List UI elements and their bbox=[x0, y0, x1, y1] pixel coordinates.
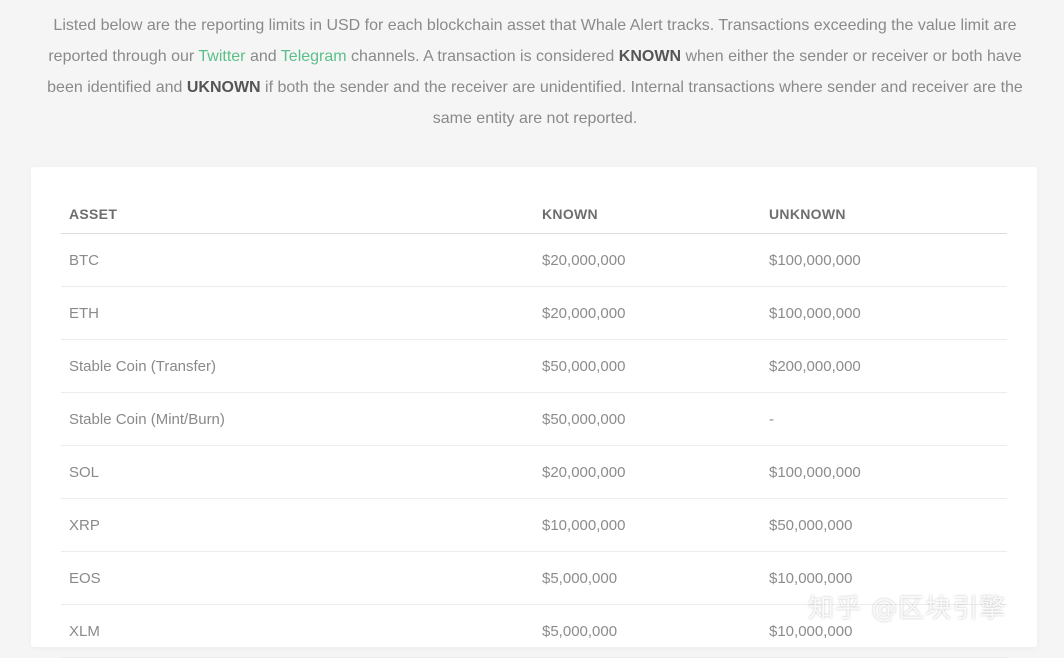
known-limit-cell: $20,000,000 bbox=[534, 286, 761, 340]
asset-cell: XRP bbox=[61, 498, 534, 552]
limits-card: ASSET KNOWN UNKNOWN BTC $20,000,000 $100… bbox=[31, 167, 1037, 658]
table-row: ETH $20,000,000 $100,000,000 bbox=[61, 286, 1007, 340]
table-row: SOL $20,000,000 $100,000,000 bbox=[61, 445, 1007, 499]
zhihu-watermark: 知乎 @区块引擎 bbox=[808, 594, 1007, 624]
table-row: Stable Coin (Mint/Burn) $50,000,000 - bbox=[61, 392, 1007, 446]
known-limit-cell: $50,000,000 bbox=[534, 339, 761, 393]
unknown-limit-cell: - bbox=[761, 392, 1007, 446]
unknown-limit-cell: $100,000,000 bbox=[761, 445, 1007, 499]
unknown-limit-cell: $50,000,000 bbox=[761, 498, 1007, 552]
asset-cell: SOL bbox=[61, 445, 534, 499]
unknown-limit-cell: $200,000,000 bbox=[761, 339, 1007, 393]
intro-text-part2: channels. A transaction is considered bbox=[346, 48, 619, 65]
header-known: KNOWN bbox=[534, 195, 761, 234]
header-unknown: UNKNOWN bbox=[761, 195, 1007, 234]
known-limit-cell: $20,000,000 bbox=[534, 233, 761, 287]
known-term: KNOWN bbox=[618, 48, 681, 65]
header-asset: ASSET bbox=[61, 195, 534, 234]
asset-cell: Stable Coin (Mint/Burn) bbox=[61, 392, 534, 446]
table-row: XRP $10,000,000 $50,000,000 bbox=[61, 498, 1007, 552]
table-row: Stable Coin (Transfer) $50,000,000 $200,… bbox=[61, 339, 1007, 393]
unknown-limit-cell: $100,000,000 bbox=[761, 286, 1007, 340]
unknown-term: UKNOWN bbox=[186, 79, 261, 96]
known-limit-cell: $5,000,000 bbox=[534, 604, 761, 658]
asset-cell: Stable Coin (Transfer) bbox=[61, 339, 534, 393]
known-limit-cell: $10,000,000 bbox=[534, 498, 761, 552]
intro-and-text: and bbox=[245, 48, 281, 65]
intro-text-part4: if both the sender and the receiver are … bbox=[260, 79, 1023, 127]
asset-cell: BTC bbox=[61, 233, 534, 287]
known-limit-cell: $5,000,000 bbox=[534, 551, 761, 605]
known-limit-cell: $50,000,000 bbox=[534, 392, 761, 446]
intro-paragraph: Listed below are the reporting limits in… bbox=[40, 10, 1030, 134]
asset-cell: ETH bbox=[61, 286, 534, 340]
unknown-limit-cell: $100,000,000 bbox=[761, 233, 1007, 287]
twitter-link[interactable]: Twitter bbox=[198, 48, 245, 65]
known-limit-cell: $20,000,000 bbox=[534, 445, 761, 499]
asset-cell: EOS bbox=[61, 551, 534, 605]
table-header-row: ASSET KNOWN UNKNOWN bbox=[61, 195, 1007, 234]
table-row: BTC $20,000,000 $100,000,000 bbox=[61, 233, 1007, 287]
asset-cell: XLM bbox=[61, 604, 534, 658]
telegram-link[interactable]: Telegram bbox=[281, 48, 347, 65]
